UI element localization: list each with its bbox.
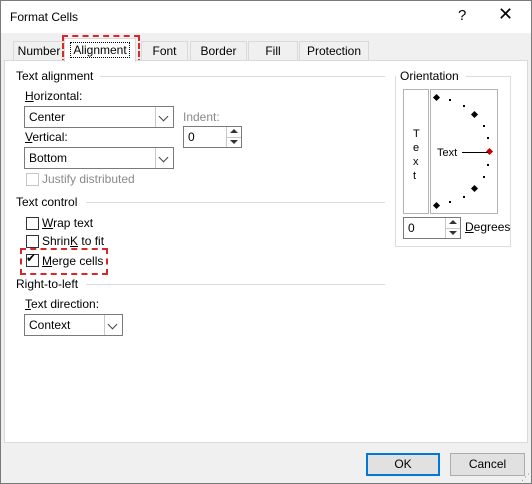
shrink-to-fit-label: ShrinK to fit <box>42 234 105 248</box>
text-direction-label: Text direction: <box>25 297 100 311</box>
justify-distributed-checkbox[interactable] <box>26 173 39 186</box>
chevron-down-icon[interactable] <box>104 315 122 335</box>
tab-protection[interactable]: Protection <box>299 41 369 61</box>
degrees-value: 0 <box>408 221 415 235</box>
indent-label: Indent: <box>183 110 220 124</box>
tab-border[interactable]: Border <box>190 41 247 61</box>
dial-text-label: Text <box>437 147 458 159</box>
shrink-to-fit-checkbox[interactable] <box>26 235 39 248</box>
tab-number-label: Number <box>17 44 61 58</box>
tab-fill[interactable]: Fill <box>248 41 298 61</box>
tab-font-label: Font <box>152 44 177 58</box>
tab-font[interactable]: Font <box>141 41 188 61</box>
text-alignment-heading: Text alignment <box>16 69 94 83</box>
chevron-down-icon[interactable] <box>155 148 173 168</box>
dialog-title: Format Cells <box>10 10 79 24</box>
wrap-text-checkbox[interactable] <box>26 217 39 230</box>
vertical-text-char: x <box>413 156 419 168</box>
dial-dot-icon <box>483 125 485 127</box>
dial-marker-icon <box>470 110 479 119</box>
text-direction-value: Context <box>29 318 71 332</box>
horizontal-value: Center <box>29 110 66 124</box>
title-bar: Format Cells ? ✕ <box>1 1 531 33</box>
dial-dot-icon <box>449 201 451 203</box>
ok-button[interactable]: OK <box>366 453 440 476</box>
degrees-spinner[interactable]: 0 <box>403 217 461 239</box>
spin-down-icon[interactable] <box>227 137 241 147</box>
dial-marker-icon <box>432 201 441 210</box>
indent-spin-buttons <box>226 127 241 147</box>
right-to-left-divider <box>86 284 385 285</box>
text-direction-select[interactable]: Context <box>24 314 123 336</box>
dial-dot-icon <box>463 196 465 198</box>
horizontal-label: Horizontal: <box>25 89 83 103</box>
orientation-dial[interactable]: Text <box>430 89 498 214</box>
dial-dot-icon <box>449 99 451 101</box>
orientation-divider-left <box>395 76 396 246</box>
vertical-text-char: T <box>413 128 420 140</box>
tab-number[interactable]: Number <box>13 41 65 61</box>
horizontal-select[interactable]: Center <box>24 106 174 128</box>
help-button[interactable]: ? <box>458 7 466 24</box>
vertical-text-orientation[interactable]: T e x t <box>403 89 429 214</box>
degrees-spin-buttons <box>445 218 460 238</box>
indent-value: 0 <box>188 130 195 144</box>
vertical-select[interactable]: Bottom <box>24 147 174 169</box>
justify-distributed-label: Justify distributed <box>42 172 135 186</box>
vertical-label: Vertical: <box>25 130 68 144</box>
orientation-heading: Orientation <box>400 69 459 83</box>
text-alignment-divider <box>100 76 385 77</box>
text-control-divider <box>86 202 385 203</box>
dial-dot-icon <box>487 137 489 139</box>
degrees-label: Degrees <box>465 220 511 234</box>
dial-dot-icon <box>487 164 489 166</box>
spin-down-icon[interactable] <box>446 228 460 238</box>
merge-cells-highlight <box>20 248 108 275</box>
tab-protection-label: Protection <box>306 44 362 58</box>
vertical-value: Bottom <box>29 151 68 165</box>
tab-border-label: Border <box>200 44 237 58</box>
dial-dot-icon <box>463 105 465 107</box>
dial-needle <box>462 152 488 153</box>
vertical-text-char: t <box>413 170 417 182</box>
dial-marker-icon <box>470 184 479 193</box>
vertical-text-char: e <box>413 142 420 154</box>
chevron-down-icon[interactable] <box>155 107 173 127</box>
tab-alignment-label: Alignment <box>70 42 130 58</box>
orientation-divider-right <box>466 76 510 77</box>
dial-dot-icon <box>483 176 485 178</box>
indent-spinner[interactable]: 0 <box>183 126 242 148</box>
dial-marker-icon <box>432 93 441 102</box>
tab-fill-label: Fill <box>265 44 281 58</box>
cancel-button[interactable]: Cancel <box>450 453 525 476</box>
right-to-left-heading: Right-to-left <box>16 277 79 291</box>
wrap-text-label: Wrap text <box>42 216 94 230</box>
text-control-heading: Text control <box>16 195 78 209</box>
tab-alignment[interactable]: Alignment <box>64 38 136 62</box>
orientation-divider-bottom <box>395 246 511 247</box>
resize-grip-icon[interactable]: ⋰ <box>521 473 530 482</box>
close-button[interactable]: ✕ <box>498 5 513 23</box>
